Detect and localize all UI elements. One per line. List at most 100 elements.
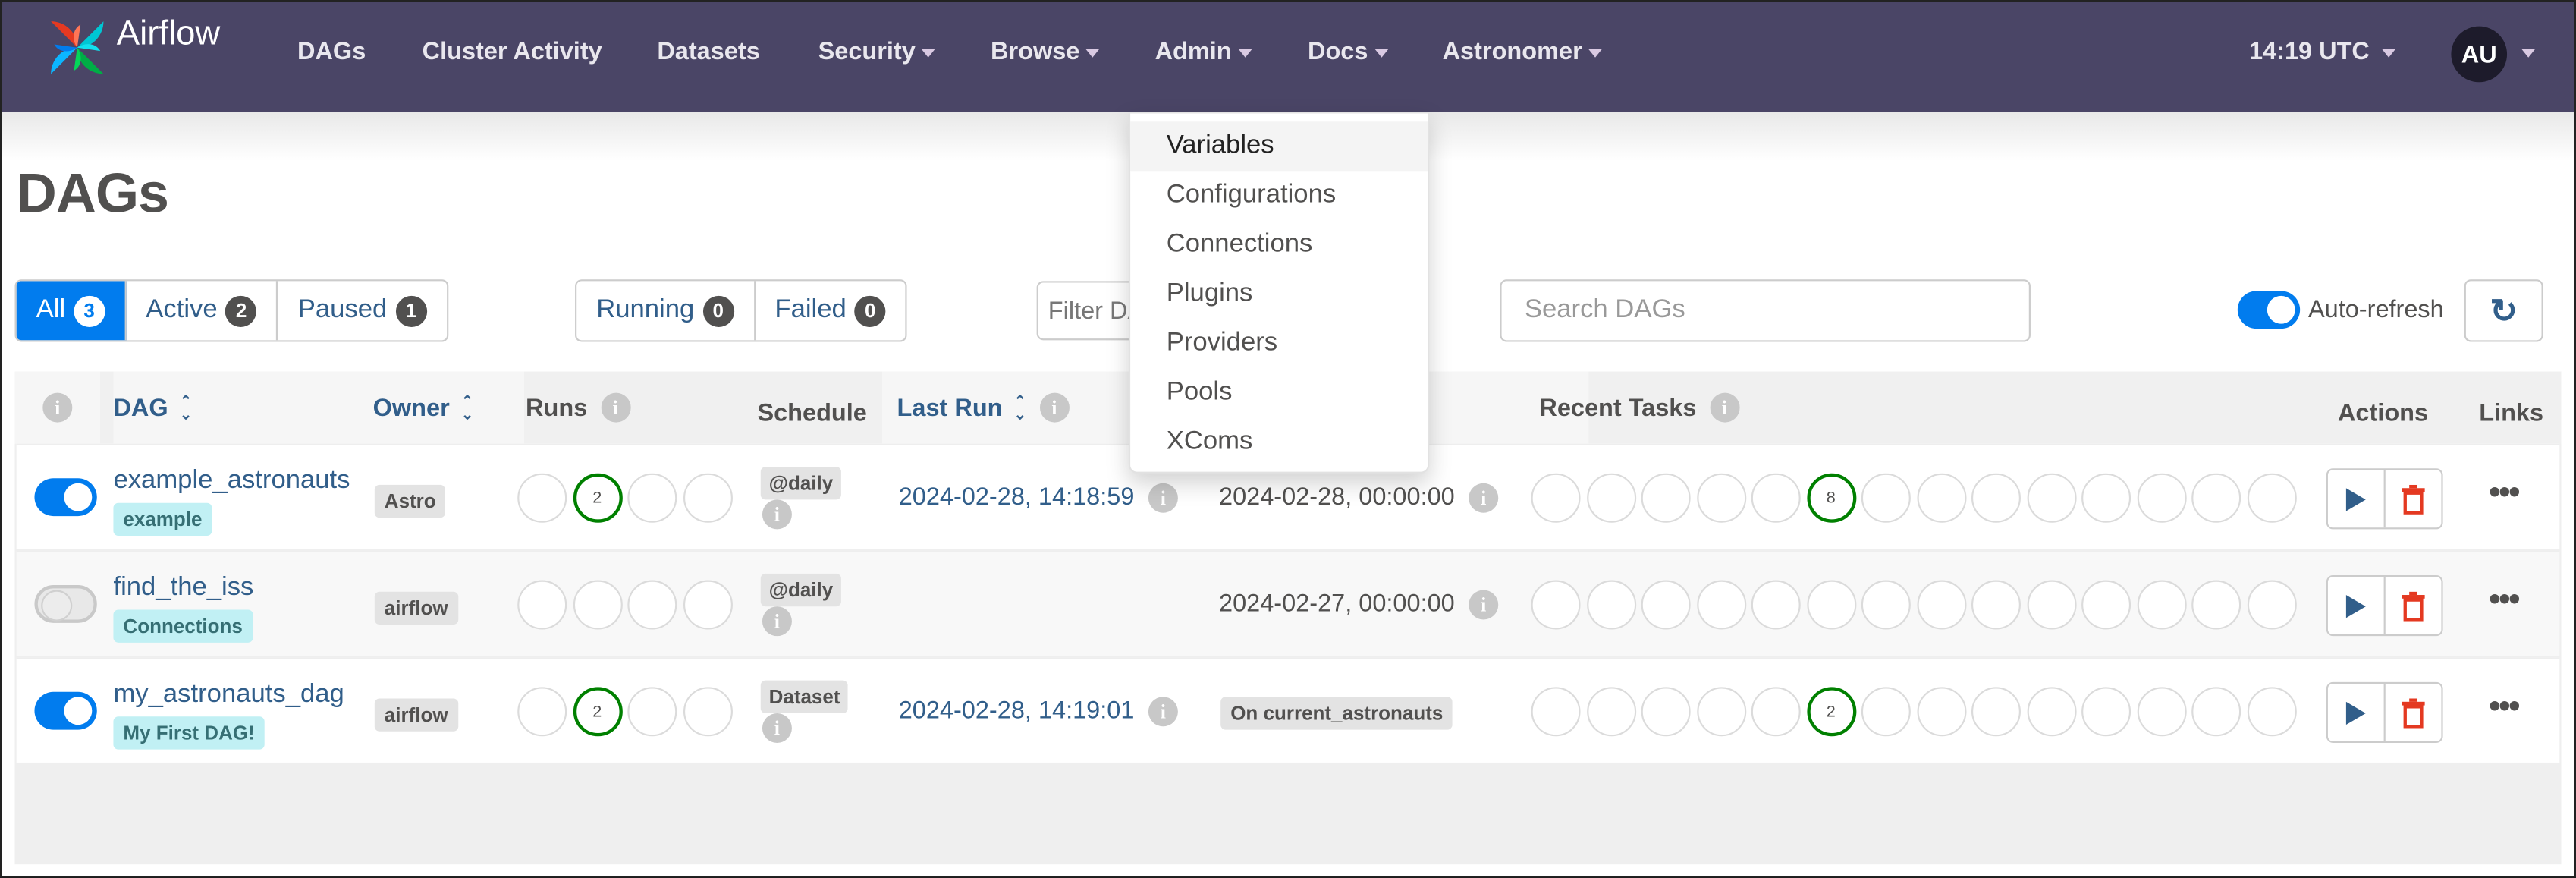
delete-dag-button[interactable] bbox=[2386, 577, 2442, 634]
menu-item-providers[interactable]: Providers bbox=[1130, 319, 1428, 368]
task-state-circle[interactable] bbox=[1696, 580, 1746, 630]
dag-run-state-circle[interactable]: 2 bbox=[572, 473, 622, 523]
dag-run-state-circle[interactable] bbox=[517, 580, 567, 630]
task-state-circle[interactable] bbox=[2136, 473, 2186, 523]
nav-datasets[interactable]: Datasets bbox=[657, 38, 759, 66]
task-state-circle[interactable] bbox=[1751, 473, 1801, 523]
dag-run-state-circle[interactable] bbox=[682, 473, 732, 523]
task-state-circle[interactable] bbox=[1641, 687, 1691, 737]
brand-logo-link[interactable]: Airflow bbox=[41, 11, 220, 83]
th-last-run[interactable]: Last Run ⌃ ⌄ i bbox=[882, 371, 1144, 444]
task-state-circle[interactable] bbox=[1586, 473, 1636, 523]
info-icon[interactable]: i bbox=[42, 392, 73, 423]
more-links-icon[interactable]: ••• bbox=[2489, 477, 2520, 509]
task-state-circle[interactable] bbox=[1916, 473, 1966, 523]
task-state-circle[interactable] bbox=[1586, 580, 1636, 630]
task-state-circle[interactable]: 8 bbox=[1806, 473, 1856, 523]
task-state-circle[interactable] bbox=[1916, 687, 1966, 737]
dag-run-state-circle[interactable] bbox=[627, 473, 677, 523]
menu-item-configurations[interactable]: Configurations bbox=[1130, 171, 1428, 220]
menu-item-xcoms[interactable]: XComs bbox=[1130, 417, 1428, 467]
task-state-circle[interactable] bbox=[2081, 580, 2131, 630]
task-state-circle[interactable] bbox=[1861, 687, 1911, 737]
nav-browse-menu[interactable]: Browse bbox=[991, 38, 1100, 66]
dag-run-state-circle[interactable] bbox=[627, 580, 677, 630]
task-state-circle[interactable] bbox=[1531, 580, 1581, 630]
delete-dag-button[interactable] bbox=[2386, 684, 2442, 741]
task-state-circle[interactable] bbox=[1531, 473, 1581, 523]
dag-tag[interactable]: My First DAG! bbox=[113, 716, 265, 750]
trigger-dag-button[interactable] bbox=[2328, 683, 2386, 741]
dag-run-state-circle[interactable] bbox=[682, 580, 732, 630]
user-menu-caret-icon[interactable] bbox=[2521, 49, 2535, 58]
next-run-info-icon[interactable]: i bbox=[1469, 483, 1499, 513]
task-state-circle[interactable] bbox=[2081, 473, 2131, 523]
schedule-info-icon[interactable]: i bbox=[762, 606, 792, 637]
info-icon[interactable]: i bbox=[1039, 392, 1070, 423]
filter-running-button[interactable]: Running 0 bbox=[576, 281, 756, 341]
task-state-circle[interactable] bbox=[2246, 580, 2296, 630]
task-state-circle[interactable] bbox=[2191, 687, 2241, 737]
dag-run-state-circle[interactable] bbox=[627, 687, 677, 737]
filter-failed-button[interactable]: Failed 0 bbox=[755, 281, 905, 340]
task-state-circle[interactable] bbox=[1861, 473, 1911, 523]
owner-badge[interactable]: Astro bbox=[374, 484, 446, 518]
task-state-circle[interactable] bbox=[1751, 687, 1801, 737]
dag-pause-toggle[interactable] bbox=[34, 691, 97, 730]
refresh-button[interactable]: ↻ bbox=[2464, 279, 2543, 342]
dag-id-link[interactable]: example_astronauts bbox=[113, 467, 350, 496]
dag-tag[interactable]: Connections bbox=[113, 609, 253, 643]
task-state-circle[interactable] bbox=[1641, 473, 1691, 523]
task-state-circle[interactable] bbox=[2191, 580, 2241, 630]
task-state-circle[interactable] bbox=[1806, 580, 1856, 630]
last-run-link[interactable]: 2024-02-28, 14:19:01 bbox=[899, 697, 1135, 725]
info-icon[interactable]: i bbox=[1709, 392, 1739, 423]
dag-pause-toggle[interactable] bbox=[34, 585, 97, 623]
menu-item-pools[interactable]: Pools bbox=[1130, 368, 1428, 417]
schedule-info-icon[interactable]: i bbox=[762, 499, 792, 530]
dag-id-link[interactable]: find_the_iss bbox=[113, 574, 253, 603]
nav-docs-menu[interactable]: Docs bbox=[1308, 38, 1388, 66]
auto-refresh-toggle[interactable] bbox=[2237, 291, 2301, 329]
user-avatar[interactable]: AU bbox=[2451, 26, 2508, 83]
last-run-info-icon[interactable]: i bbox=[1148, 697, 1178, 727]
task-state-circle[interactable] bbox=[1696, 687, 1746, 737]
dag-run-state-circle[interactable]: 2 bbox=[572, 687, 622, 737]
dag-run-state-circle[interactable] bbox=[572, 580, 622, 630]
task-state-circle[interactable] bbox=[1586, 687, 1636, 737]
info-icon[interactable]: i bbox=[600, 392, 630, 423]
more-links-icon[interactable]: ••• bbox=[2489, 584, 2520, 616]
nav-cluster-activity[interactable]: Cluster Activity bbox=[423, 38, 602, 66]
trigger-dag-button[interactable] bbox=[2328, 577, 2386, 635]
task-state-circle[interactable] bbox=[2136, 687, 2186, 737]
dag-id-link[interactable]: my_astronauts_dag bbox=[113, 681, 344, 710]
th-dag[interactable]: DAG ⌃ ⌄ bbox=[113, 371, 360, 444]
dag-run-state-circle[interactable] bbox=[517, 473, 567, 523]
task-state-circle[interactable] bbox=[2081, 687, 2131, 737]
timezone-clock-menu[interactable]: 14:19 UTC bbox=[2249, 38, 2396, 66]
trigger-dag-button[interactable] bbox=[2328, 470, 2386, 528]
task-state-circle[interactable] bbox=[2246, 473, 2296, 523]
dag-run-state-circle[interactable] bbox=[517, 687, 567, 737]
task-state-circle[interactable] bbox=[2026, 580, 2076, 630]
nav-astronomer-menu[interactable]: Astronomer bbox=[1443, 38, 1602, 66]
menu-item-plugins[interactable]: Plugins bbox=[1130, 269, 1428, 319]
task-state-circle[interactable] bbox=[1861, 580, 1911, 630]
dag-tag[interactable]: example bbox=[113, 502, 212, 537]
task-state-circle[interactable] bbox=[2136, 580, 2186, 630]
schedule-info-icon[interactable]: i bbox=[762, 713, 792, 743]
th-owner[interactable]: Owner ⌃ ⌄ bbox=[360, 371, 524, 444]
task-state-circle[interactable] bbox=[1916, 580, 1966, 630]
task-state-circle[interactable] bbox=[1971, 687, 2021, 737]
owner-badge[interactable]: airflow bbox=[374, 698, 458, 732]
task-state-circle[interactable] bbox=[2026, 687, 2076, 737]
more-links-icon[interactable]: ••• bbox=[2489, 691, 2520, 723]
next-run-info-icon[interactable]: i bbox=[1469, 590, 1499, 620]
nav-security-menu[interactable]: Security bbox=[818, 38, 935, 66]
task-state-circle[interactable] bbox=[1971, 580, 2021, 630]
task-state-circle[interactable] bbox=[1696, 473, 1746, 523]
last-run-info-icon[interactable]: i bbox=[1148, 483, 1178, 513]
nav-dags[interactable]: DAGs bbox=[297, 38, 366, 66]
task-state-circle[interactable]: 2 bbox=[1806, 687, 1856, 737]
owner-badge[interactable]: airflow bbox=[374, 591, 458, 625]
